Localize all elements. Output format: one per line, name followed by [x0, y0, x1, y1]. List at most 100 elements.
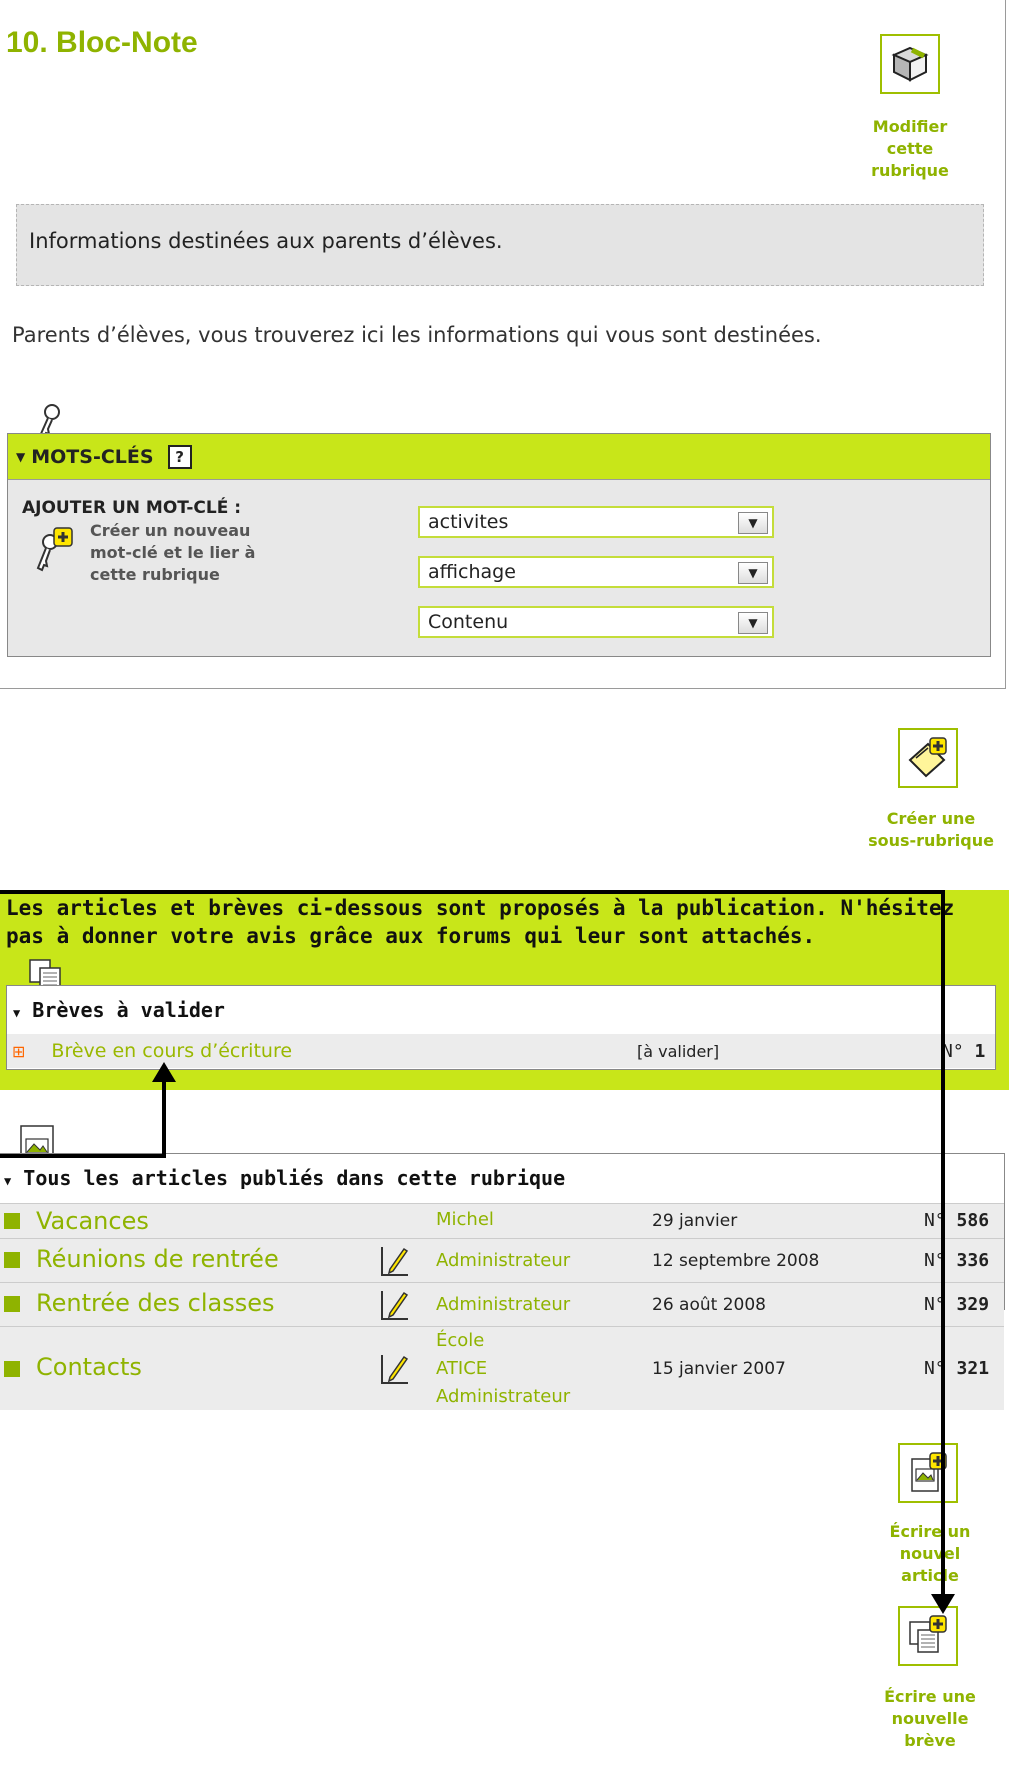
create-sub-line2: sous-rubrique: [868, 831, 994, 850]
article-title[interactable]: Réunions de rentrée: [36, 1245, 279, 1273]
proposed-message-line2: pas à donner votre avis grâce aux forums…: [6, 924, 816, 948]
new-breve-label[interactable]: Écrire une nouvelle brève: [870, 1686, 990, 1752]
article-author[interactable]: École: [436, 1327, 570, 1355]
breve-title[interactable]: Brève en cours d’écriture: [51, 1040, 292, 1062]
pencil-icon: [380, 1287, 410, 1325]
article-date: 29 janvier: [652, 1211, 738, 1231]
new-article-line2: nouvel: [899, 1544, 961, 1563]
article-author[interactable]: Administrateur: [436, 1247, 570, 1275]
keyword-select-affichage[interactable]: affichage ▼: [418, 556, 774, 588]
breve-row[interactable]: ⊞ Brève en cours d’écriture [à valider] …: [7, 1034, 995, 1068]
modify-rubrique-label[interactable]: Modifier cette rubrique: [860, 116, 960, 182]
pencil-icon: [380, 1351, 410, 1389]
new-article-line1: Écrire un: [889, 1522, 971, 1541]
article-number-value: 586: [956, 1210, 990, 1231]
article-number-prefix: N°: [924, 1250, 957, 1271]
new-article-label[interactable]: Écrire un nouvel article: [870, 1521, 990, 1587]
articles-header[interactable]: ▼ Tous les articles publiés dans cette r…: [4, 1166, 565, 1190]
box-icon: [880, 34, 940, 94]
create-sub-line1: Créer une: [886, 809, 976, 828]
breve-number-prefix: N°: [942, 1040, 975, 1062]
articles-header-label: Tous les articles publiés dans cette rub…: [23, 1166, 566, 1190]
create-keyword-link[interactable]: Créer un nouveau mot-clé et le lier à ce…: [90, 520, 310, 586]
new-breve-line3: brève: [904, 1731, 956, 1750]
add-keyword-title: AJOUTER UN MOT-CLÉ :: [22, 498, 242, 518]
keywords-block: ▼ MOTS-CLÉS ? AJOUTER UN MOT-CLÉ : Créer…: [7, 433, 991, 657]
new-breve-button[interactable]: [898, 1606, 958, 1666]
article-date: 26 août 2008: [652, 1295, 766, 1315]
breve-number-value: 1: [974, 1040, 986, 1062]
triangle-down-icon: ▼: [16, 449, 26, 464]
article-author[interactable]: Administrateur: [436, 1291, 570, 1319]
article-number: N° 336: [924, 1250, 989, 1271]
proposed-message-line1: Les articles et brèves ci-dessous sont p…: [6, 896, 955, 920]
breves-header[interactable]: ▼ Brèves à valider: [13, 998, 225, 1022]
select-value: affichage: [428, 561, 516, 583]
select-value: activites: [428, 511, 509, 533]
keywords-header[interactable]: ▼ MOTS-CLÉS ?: [8, 434, 990, 480]
article-status-icon: [4, 1252, 20, 1268]
article-row[interactable]: Contacts École ATICE Administrateur 15 j…: [0, 1326, 1004, 1410]
triangle-down-icon: ▼: [4, 1174, 12, 1188]
rubrique-descriptif: Informations destinées aux parents d’élè…: [16, 204, 984, 286]
article-status-icon: [4, 1296, 20, 1312]
modify-label-line3: rubrique: [871, 161, 949, 180]
folder-add-icon: [898, 728, 958, 788]
help-icon[interactable]: ?: [167, 444, 192, 469]
article-number: N° 329: [924, 1294, 989, 1315]
article-status-icon: [4, 1213, 20, 1229]
article-number-prefix: N°: [924, 1210, 957, 1231]
new-keyword-icon[interactable]: [28, 526, 78, 580]
article-date: 15 janvier 2007: [652, 1359, 786, 1379]
article-author[interactable]: Administrateur: [436, 1383, 570, 1411]
pencil-icon: [380, 1243, 410, 1281]
modify-label-line2: cette: [886, 139, 934, 158]
breve-number: N° 1: [942, 1041, 985, 1062]
create-keyword-line3: cette rubrique: [90, 565, 220, 584]
new-article-button[interactable]: [898, 1443, 958, 1503]
create-keyword-line1: Créer un nouveau: [90, 521, 251, 540]
article-number-value: 336: [956, 1250, 990, 1271]
breve-add-icon: [898, 1606, 958, 1666]
article-status-icon: [4, 1361, 20, 1377]
rubrique-texte: Parents d’élèves, vous trouverez ici les…: [12, 323, 822, 347]
article-number: N° 586: [924, 1210, 989, 1231]
article-title[interactable]: Vacances: [36, 1207, 149, 1235]
article-row[interactable]: Rentrée des classes Administrateur 26 ao…: [0, 1282, 1004, 1326]
chevron-down-icon[interactable]: ▼: [738, 562, 768, 584]
keywords-title: MOTS-CLÉS: [31, 445, 154, 468]
page-title: 10. Bloc-Note: [6, 26, 198, 59]
chevron-down-icon[interactable]: ▼: [738, 512, 768, 534]
expand-icon[interactable]: ⊞: [12, 1042, 25, 1061]
proposed-message: Les articles et brèves ci-dessous sont p…: [6, 894, 996, 950]
article-number-value: 321: [956, 1358, 990, 1379]
breves-header-label: Brèves à valider: [32, 998, 225, 1022]
create-subrubrique-button[interactable]: [898, 728, 958, 788]
article-title[interactable]: Rentrée des classes: [36, 1289, 274, 1317]
keyword-select-contenu[interactable]: Contenu ▼: [418, 606, 774, 638]
article-number-prefix: N°: [924, 1294, 957, 1315]
article-author[interactable]: Michel: [436, 1206, 494, 1234]
article-number: N° 321: [924, 1358, 989, 1379]
article-author[interactable]: ATICE: [436, 1355, 570, 1383]
create-keyword-line2: mot-clé et le lier à: [90, 543, 256, 562]
create-subrubrique-label[interactable]: Créer une sous-rubrique: [856, 808, 1006, 852]
new-article-line3: article: [901, 1566, 959, 1585]
new-breve-line2: nouvelle: [891, 1709, 969, 1728]
chevron-down-icon[interactable]: ▼: [738, 612, 768, 634]
article-title[interactable]: Contacts: [36, 1353, 142, 1381]
new-breve-line1: Écrire une: [884, 1687, 976, 1706]
breve-status: [à valider]: [637, 1041, 720, 1061]
article-date: 12 septembre 2008: [652, 1251, 820, 1271]
article-number-prefix: N°: [924, 1358, 957, 1379]
article-authors: École ATICE Administrateur: [436, 1327, 570, 1411]
keyword-select-activites[interactable]: activites ▼: [418, 506, 774, 538]
article-number-value: 329: [956, 1294, 990, 1315]
modify-rubrique-button[interactable]: [880, 34, 940, 94]
article-add-icon: [898, 1443, 958, 1503]
triangle-down-icon: ▼: [13, 1006, 21, 1020]
select-value: Contenu: [428, 611, 509, 633]
article-row[interactable]: Réunions de rentrée Administrateur 12 se…: [0, 1238, 1004, 1282]
article-row[interactable]: Vacances Michel 29 janvier N° 586: [0, 1203, 1004, 1238]
modify-label-line1: Modifier: [872, 117, 948, 136]
